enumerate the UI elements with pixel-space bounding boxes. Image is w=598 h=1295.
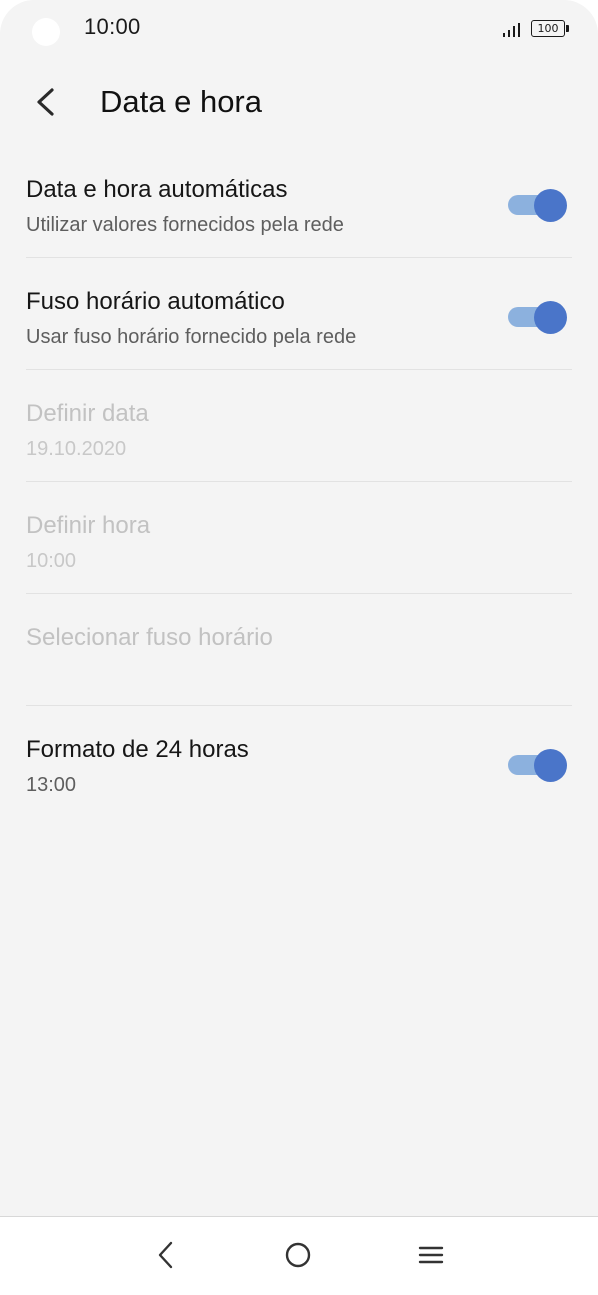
auto-timezone-toggle[interactable] (508, 300, 570, 334)
phone-screen: 10:00 100 Data e hora Data e hora automá… (0, 0, 598, 1295)
setting-subtitle: 19.10.2020 (26, 438, 127, 460)
setting-title: Definir hora (26, 512, 151, 539)
24-hour-format-toggle[interactable] (508, 748, 570, 782)
setting-select-timezone: Selecionar fuso horário (0, 594, 598, 706)
status-bar: 10:00 100 (0, 0, 598, 60)
setting-title: Selecionar fuso horário (26, 624, 273, 651)
setting-title: Formato de 24 horas (26, 736, 249, 763)
nav-home-button[interactable] (276, 1233, 320, 1277)
chevron-left-icon (37, 88, 54, 116)
battery-icon: 100 (531, 20, 571, 39)
nav-back-icon (158, 1241, 173, 1269)
setting-auto-timezone[interactable]: Fuso horário automático Usar fuso horári… (0, 258, 598, 370)
page-title: Data e hora (100, 84, 262, 119)
setting-title: Fuso horário automático (26, 288, 285, 315)
setting-24-hour-format[interactable]: Formato de 24 horas 13:00 (0, 706, 598, 818)
setting-title: Definir data (26, 400, 149, 427)
nav-menu-button[interactable] (409, 1233, 453, 1277)
auto-date-time-toggle[interactable] (508, 188, 570, 222)
setting-subtitle: 10:00 (26, 550, 77, 572)
setting-auto-date-time[interactable]: Data e hora automáticas Utilizar valores… (0, 146, 598, 258)
status-time: 10:00 (84, 14, 141, 39)
setting-title: Data e hora automáticas (26, 176, 288, 203)
battery-level: 100 (531, 20, 565, 37)
setting-set-time: Definir hora 10:00 (0, 482, 598, 594)
back-button[interactable] (26, 78, 70, 126)
front-camera (32, 18, 60, 46)
app-header: Data e hora (0, 70, 598, 134)
nav-back-button[interactable] (144, 1233, 188, 1277)
nav-home-icon (285, 1242, 311, 1268)
setting-subtitle: 13:00 (26, 774, 77, 796)
settings-list: Data e hora automáticas Utilizar valores… (0, 146, 598, 818)
navigation-bar (0, 1216, 598, 1295)
nav-menu-icon (418, 1246, 444, 1264)
signal-icon (503, 23, 520, 37)
setting-subtitle: Utilizar valores fornecidos pela rede (26, 214, 344, 236)
setting-subtitle: Usar fuso horário fornecido pela rede (26, 326, 357, 348)
setting-set-date: Definir data 19.10.2020 (0, 370, 598, 482)
